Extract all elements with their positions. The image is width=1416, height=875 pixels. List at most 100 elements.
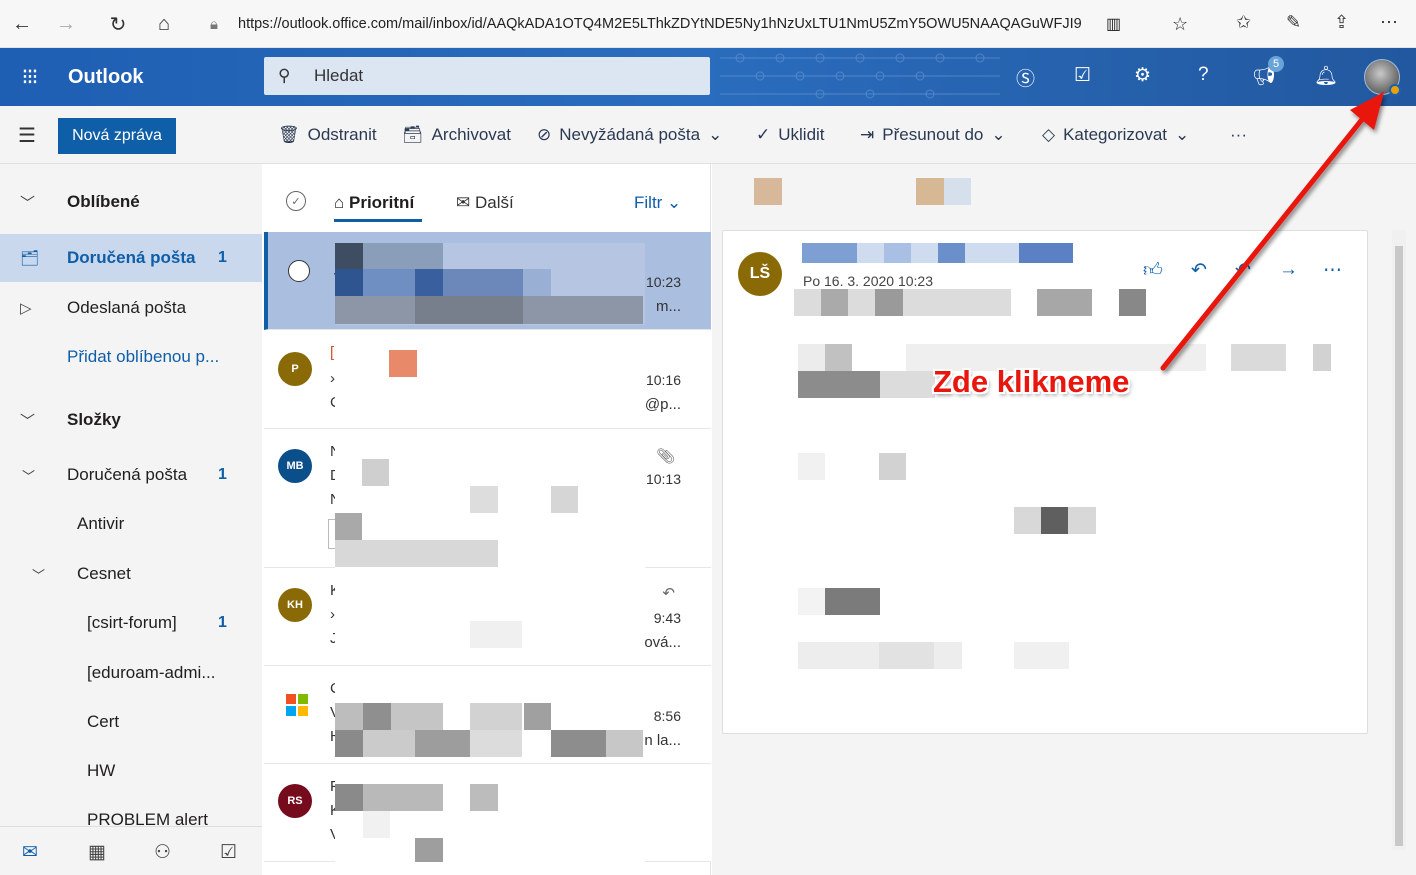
avatar: RS bbox=[278, 784, 312, 818]
browser-toolbar: ← → ↻ ⌂ 🔒︎ https://outlook.office.com/ma… bbox=[0, 0, 1416, 48]
unread-count: 1 bbox=[218, 466, 227, 483]
calendar-icon[interactable]: ▦ bbox=[88, 841, 106, 864]
sender-name: [ bbox=[330, 344, 335, 361]
csirt-label: [csirt-forum] bbox=[87, 613, 177, 632]
message-date: Po 16. 3. 2020 10:23 bbox=[803, 273, 933, 289]
message-time: 10:16 bbox=[645, 372, 681, 388]
nav-item-cesnet[interactable]: ﹀ Cesnet bbox=[0, 550, 262, 598]
reading-view-icon[interactable]: ▥ bbox=[1106, 14, 1121, 34]
tasks-icon[interactable]: ☑ bbox=[220, 841, 237, 864]
trash-icon: 🗑︎ bbox=[278, 125, 300, 144]
people-icon[interactable]: ⚇ bbox=[154, 841, 171, 864]
broom-icon: ✓ bbox=[756, 125, 771, 144]
mail-icon[interactable]: ✉ bbox=[22, 841, 38, 864]
forward-icon[interactable]: → bbox=[1279, 259, 1298, 281]
redacted-subject bbox=[754, 178, 782, 205]
nav-item-eduroam[interactable]: [eduroam-admi... bbox=[0, 649, 262, 697]
new-message-button[interactable]: Nová zpráva bbox=[58, 118, 176, 154]
more-actions-button[interactable]: ··· bbox=[1230, 125, 1247, 145]
header-decoration bbox=[720, 53, 1000, 99]
avatar: MB bbox=[278, 449, 312, 483]
home-icon[interactable]: ⌂ bbox=[146, 6, 182, 42]
chevron-down-icon: ⌄ bbox=[991, 125, 1006, 144]
hamburger-menu-icon[interactable]: ☰ bbox=[18, 123, 36, 148]
settings-gear-icon[interactable]: ⚙ bbox=[1134, 64, 1151, 87]
nav-item-problem-alert[interactable]: PROBLEM alert bbox=[0, 796, 262, 830]
cesnet-label: Cesnet bbox=[77, 564, 131, 583]
pen-icon[interactable]: ✎ bbox=[1286, 12, 1301, 33]
refresh-icon[interactable]: ↻ bbox=[100, 6, 136, 42]
share-icon[interactable]: ⇪ bbox=[1334, 12, 1349, 33]
message-time: 10:13 bbox=[645, 471, 681, 487]
folder-pane: ﹀ Oblíbené 🗂︎ Doručená pošta 1 ▷ Odeslan… bbox=[0, 164, 262, 875]
favorite-star-icon[interactable]: ☆ bbox=[1172, 14, 1188, 35]
avatar: P bbox=[278, 352, 312, 386]
skype-icon[interactable]: Ⓢ bbox=[1016, 64, 1035, 91]
inbox-label: Doručená pošta bbox=[67, 248, 196, 267]
nav-item-csirt-forum[interactable]: [csirt-forum] 1 bbox=[0, 599, 262, 647]
scrollbar-thumb[interactable] bbox=[1395, 246, 1403, 846]
tab-other[interactable]: ✉ Další bbox=[456, 193, 514, 213]
sweep-button[interactable]: ✓ Uklidit bbox=[756, 125, 825, 145]
notification-badge: 5 bbox=[1268, 56, 1284, 72]
browser-more-icon[interactable]: ⋯ bbox=[1380, 12, 1398, 33]
chevron-down-icon: ﹀ bbox=[32, 567, 46, 583]
nav-item-inbox-favorite[interactable]: 🗂︎ Doručená pošta 1 bbox=[0, 234, 262, 282]
select-all-checkbox[interactable]: ✓ bbox=[286, 191, 306, 211]
reply-all-icon[interactable]: ↶ bbox=[1235, 259, 1251, 282]
app-name[interactable]: Outlook bbox=[68, 66, 144, 89]
forward-icon[interactable]: → bbox=[48, 6, 84, 42]
like-icon[interactable]: 👍︎ bbox=[1143, 259, 1163, 282]
junk-button[interactable]: ⊘ Nevyžádaná pošta ⌄ bbox=[537, 125, 722, 145]
active-tab-indicator bbox=[334, 219, 422, 222]
nav-item-folder-inbox[interactable]: ﹀ Doručená pošta 1 bbox=[0, 451, 262, 499]
help-icon[interactable]: ? bbox=[1198, 64, 1209, 86]
hw-label: HW bbox=[87, 761, 116, 780]
block-icon: ⊘ bbox=[537, 125, 552, 144]
message-time: 10:23 bbox=[645, 274, 681, 290]
sender-avatar[interactable]: LŠ bbox=[738, 252, 782, 296]
replied-icon: ↶ bbox=[662, 585, 675, 602]
inbox-tabs: ✓ ⌂ Prioritní ✉ Další Filtr ⌄ bbox=[264, 164, 711, 232]
folders-label: Složky bbox=[67, 410, 121, 429]
categorize-button[interactable]: ◇ Kategorizovat ⌄ bbox=[1042, 125, 1189, 145]
nav-item-sent[interactable]: ▷ Odeslaná pošta bbox=[0, 284, 262, 332]
account-avatar[interactable] bbox=[1364, 59, 1401, 96]
reading-scrollbar[interactable] bbox=[1392, 230, 1406, 850]
more-icon[interactable]: ⋯ bbox=[1323, 259, 1342, 282]
search-input[interactable] bbox=[314, 66, 674, 86]
add-favorite-label: Přidat oblíbenou p... bbox=[67, 347, 220, 366]
filter-button[interactable]: Filtr ⌄ bbox=[634, 193, 681, 213]
favorites-list-icon[interactable]: ✩ bbox=[1236, 12, 1251, 33]
inbox-tray-icon: 🗂︎ bbox=[20, 250, 40, 267]
preview-tail: m... bbox=[656, 298, 681, 315]
delete-button[interactable]: 🗑︎ Odstranit bbox=[278, 125, 377, 145]
nav-item-cert[interactable]: Cert bbox=[0, 698, 262, 746]
chevron-down-icon: ⌄ bbox=[708, 125, 723, 144]
paperclip-icon: 📎︎ bbox=[655, 448, 675, 465]
unread-count: 1 bbox=[218, 249, 227, 266]
reply-icon[interactable]: ↶ bbox=[1191, 259, 1207, 282]
search-icon: ⚲ bbox=[278, 66, 291, 85]
chevron-down-icon: ﹀ bbox=[22, 468, 36, 484]
archive-icon: 🗃︎ bbox=[402, 125, 424, 144]
tab-focused[interactable]: ⌂ Prioritní bbox=[334, 193, 414, 213]
my-day-icon[interactable]: ☑ bbox=[1074, 64, 1091, 87]
redacted-subject bbox=[916, 178, 944, 205]
nav-item-antivir[interactable]: Antivir bbox=[0, 500, 262, 548]
nav-item-hw[interactable]: HW bbox=[0, 747, 262, 795]
favorites-header[interactable]: ﹀ Oblíbené bbox=[0, 178, 262, 226]
add-favorite-link[interactable]: Přidat oblíbenou p... bbox=[0, 333, 262, 381]
app-launcher-icon[interactable]: ⁝⁝⁝ bbox=[0, 48, 58, 106]
microsoft-logo-icon bbox=[286, 694, 308, 716]
sent-label: Odeslaná pošta bbox=[67, 298, 187, 317]
search-box[interactable]: ⚲ bbox=[264, 57, 710, 95]
back-icon[interactable]: ← bbox=[4, 6, 40, 42]
folders-header[interactable]: ﹀ Složky bbox=[0, 396, 262, 444]
move-to-button[interactable]: ⇥ Přesunout do ⌄ bbox=[860, 125, 1006, 145]
bell-icon[interactable]: 🔔︎ bbox=[1314, 64, 1338, 88]
presence-dot bbox=[1389, 84, 1401, 96]
address-bar[interactable]: 🔒︎ https://outlook.office.com/mail/inbox… bbox=[210, 10, 1210, 38]
select-radio[interactable] bbox=[288, 260, 310, 282]
archive-button[interactable]: 🗃︎ Archivovat bbox=[402, 125, 511, 145]
